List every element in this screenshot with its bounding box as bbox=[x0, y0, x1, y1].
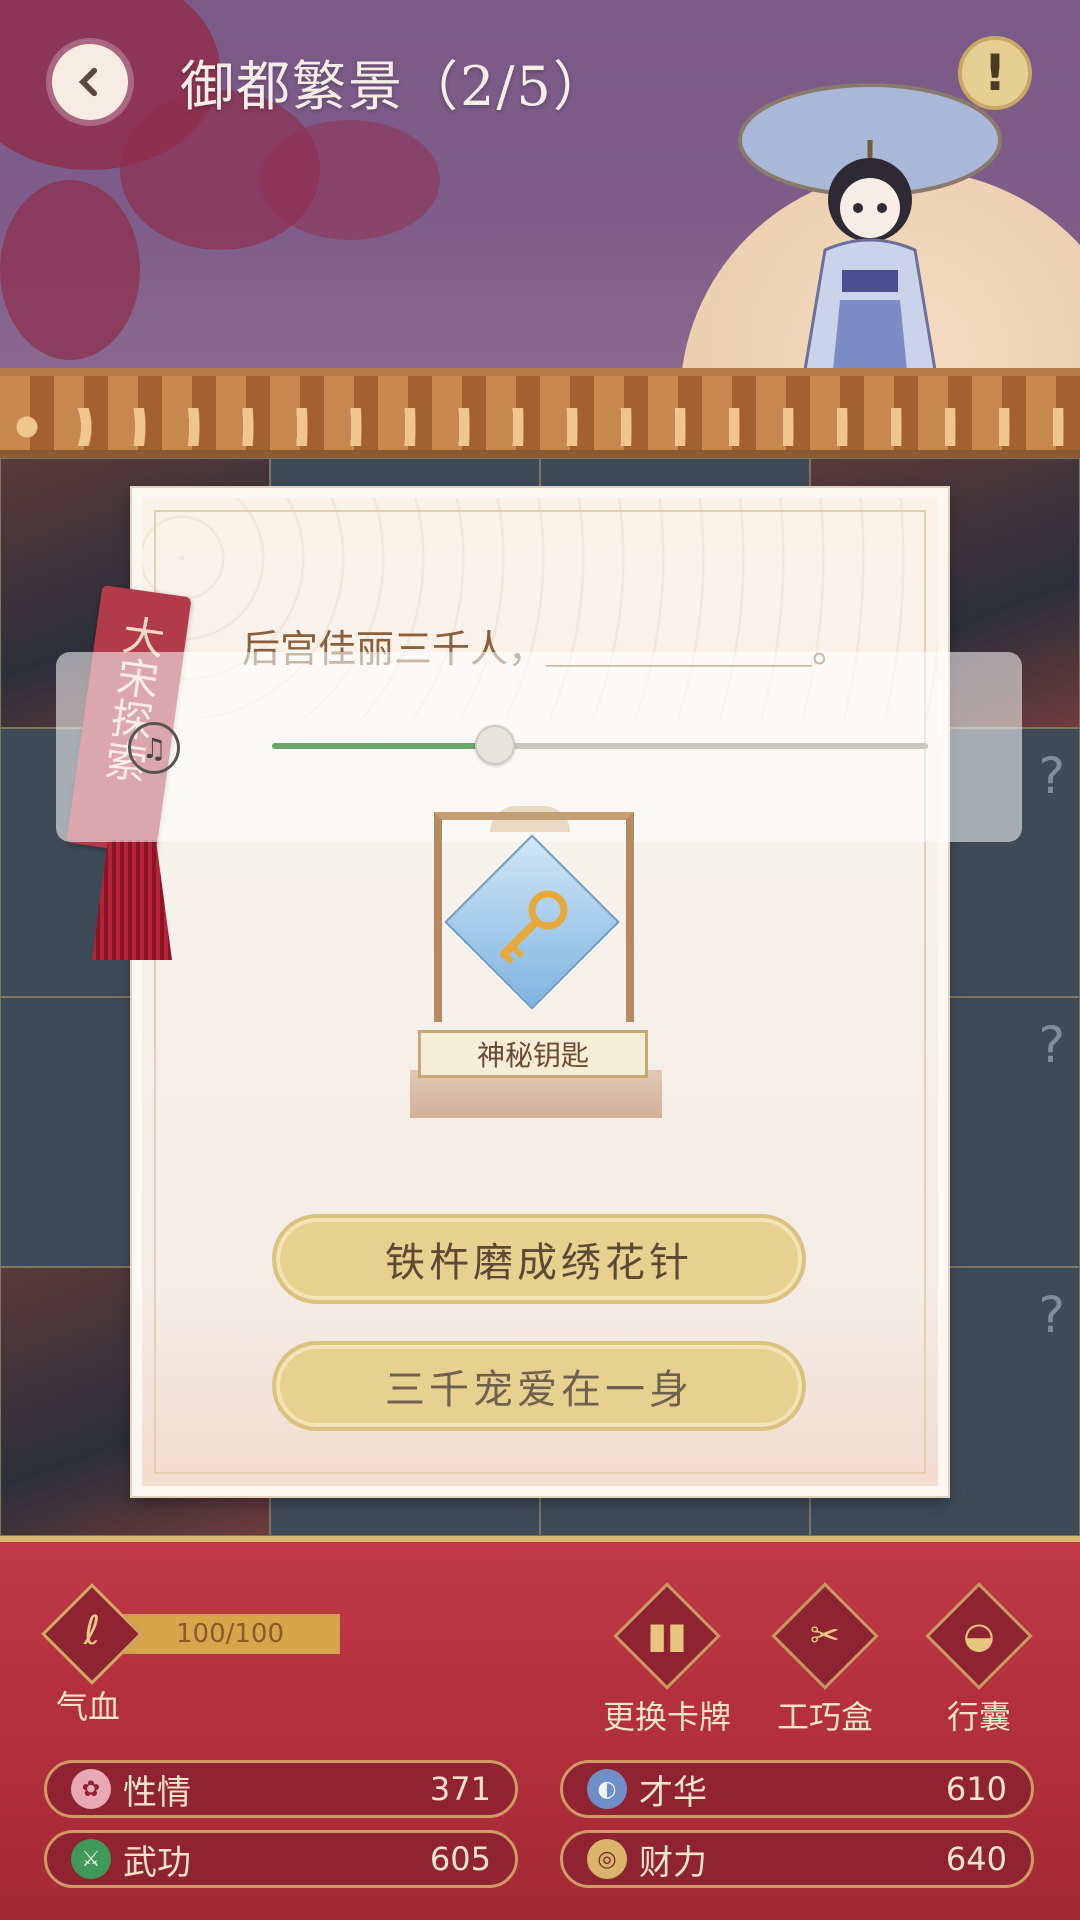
page-title: 御都繁景（2/5） bbox=[180, 55, 609, 118]
tool-label: 行囊 bbox=[946, 1698, 1011, 1736]
roof-tiles bbox=[0, 368, 1080, 458]
answer-option-1[interactable]: 铁杵磨成绣花针 bbox=[272, 1214, 806, 1304]
key-icon bbox=[500, 890, 568, 965]
bag-button[interactable]: ◒ 行囊 bbox=[914, 1582, 1044, 1738]
music-note-icon[interactable]: ♫ bbox=[128, 722, 180, 774]
cards-icon: ▮▮ bbox=[613, 1582, 721, 1690]
stat-name: 财力 bbox=[639, 1842, 707, 1883]
stat-name: 性情 bbox=[123, 1772, 191, 1813]
scissors-icon: ✂ bbox=[771, 1582, 879, 1690]
volume-slider-handle[interactable] bbox=[475, 725, 516, 765]
question-mark-icon: ? bbox=[1038, 1016, 1065, 1074]
answer-option-2[interactable]: 三千宠爱在一身 bbox=[272, 1341, 806, 1431]
coin-icon: ◎ bbox=[587, 1839, 627, 1879]
bag-icon: ◒ bbox=[925, 1582, 1033, 1690]
stat-value: 640 bbox=[945, 1840, 1007, 1878]
blossom-decoration bbox=[260, 120, 440, 240]
change-cards-button[interactable]: ▮▮ 更换卡牌 bbox=[600, 1582, 734, 1738]
question-mark-icon: ? bbox=[1038, 1285, 1065, 1344]
blossom-decoration bbox=[0, 180, 140, 360]
stat-talent: ◐ 才华 610 bbox=[560, 1760, 1034, 1818]
stat-value: 605 bbox=[429, 1840, 491, 1878]
chevron-left-icon bbox=[78, 67, 98, 97]
volume-slider-fill bbox=[272, 743, 496, 749]
flower-icon: ✿ bbox=[71, 1769, 111, 1809]
sword-icon: ⚔ bbox=[71, 1839, 111, 1879]
hp-label: 气血 bbox=[56, 1688, 121, 1726]
stat-temperament: ✿ 性情 371 bbox=[44, 1760, 518, 1818]
stat-value: 371 bbox=[429, 1770, 491, 1808]
hp-icon: ℓ bbox=[83, 1608, 101, 1654]
fan-icon: ◐ bbox=[587, 1769, 627, 1809]
tool-label: 更换卡牌 bbox=[602, 1698, 731, 1736]
question-mark-icon: ? bbox=[1038, 746, 1065, 805]
stat-wealth: ◎ 财力 640 bbox=[560, 1830, 1034, 1888]
back-button[interactable] bbox=[52, 44, 128, 120]
tool-label: 工巧盒 bbox=[776, 1698, 873, 1736]
stat-martial: ⚔ 武功 605 bbox=[44, 1830, 518, 1888]
volume-slider[interactable] bbox=[272, 725, 928, 765]
stat-name: 武功 bbox=[123, 1842, 191, 1883]
hp-value: 100/100 bbox=[175, 1619, 284, 1649]
stat-name: 才华 bbox=[639, 1772, 707, 1813]
stat-value: 610 bbox=[945, 1770, 1007, 1808]
craft-box-button[interactable]: ✂ 工巧盒 bbox=[760, 1582, 890, 1738]
reward-label: 神秘钥匙 bbox=[418, 1030, 648, 1078]
